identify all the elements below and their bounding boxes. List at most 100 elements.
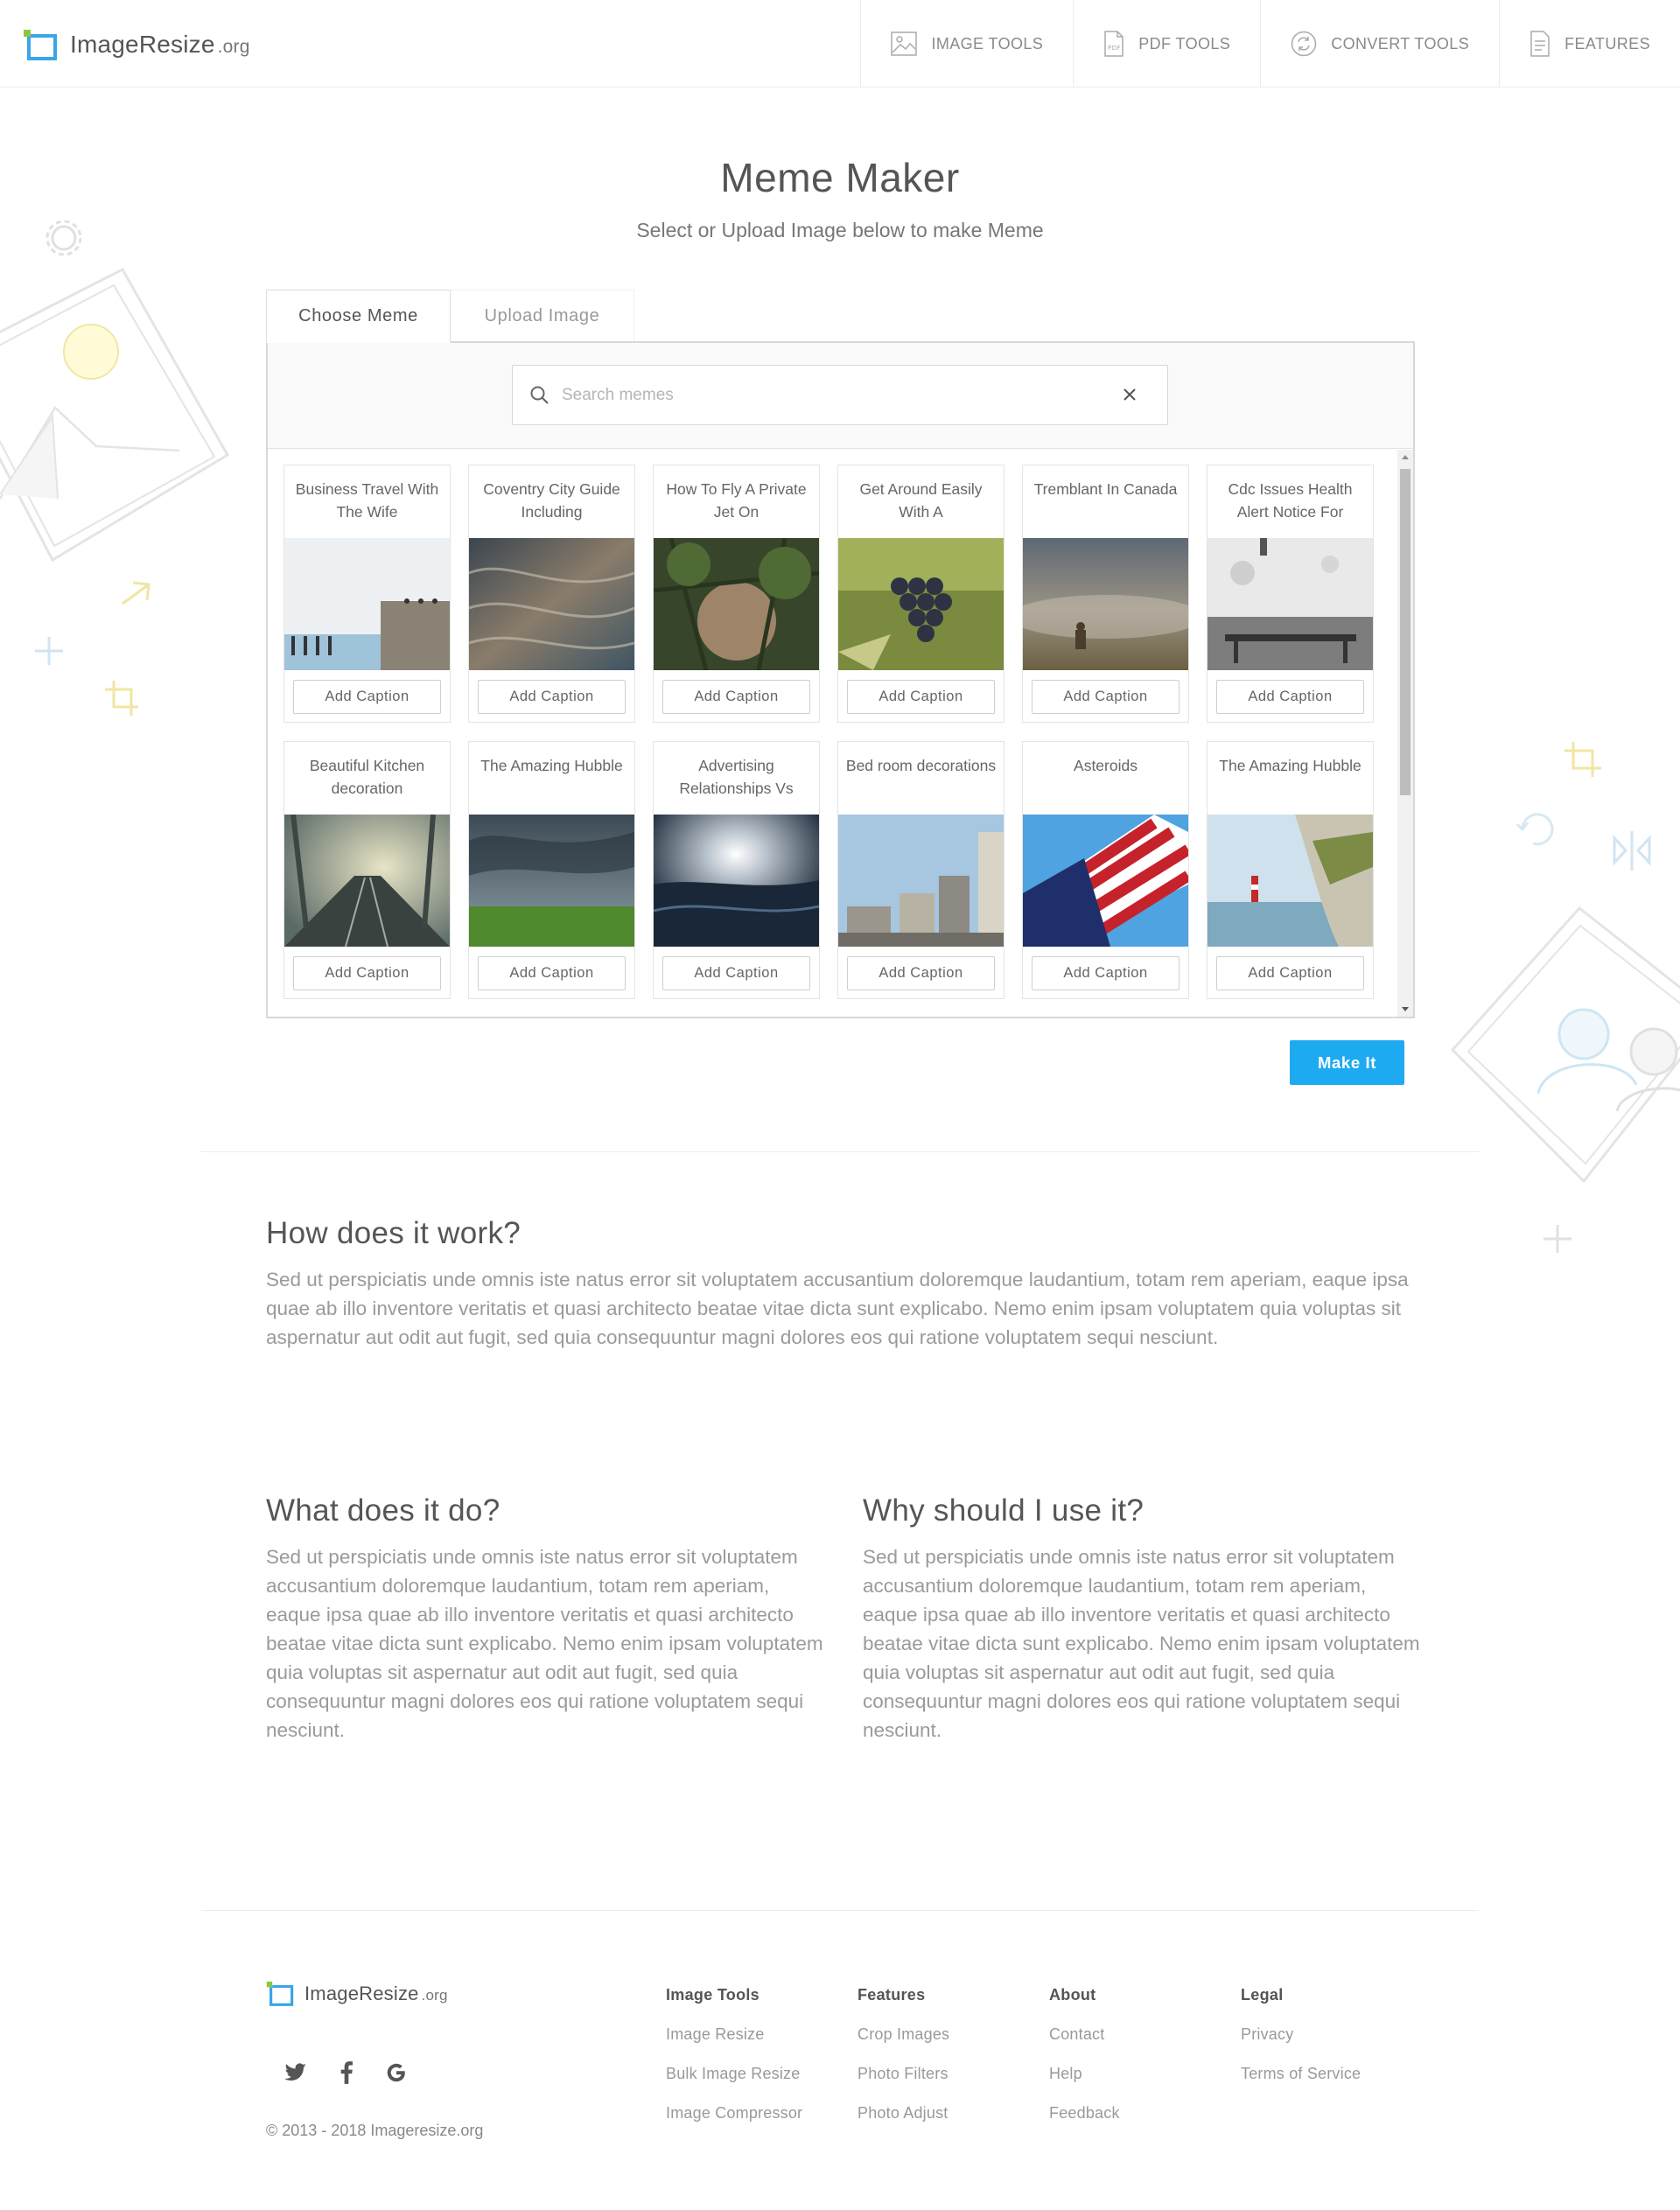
meme-card[interactable]: Asteroids Add Caption [1022,741,1189,999]
footer-link-privacy[interactable]: Privacy [1241,2025,1361,2044]
why-text: Sed ut perspiciatis unde omnis iste natu… [863,1546,1420,1741]
meme-image[interactable] [838,815,1004,947]
clear-search-icon[interactable] [1122,387,1138,402]
footer-link-photo-filters[interactable]: Photo Filters [858,2065,949,2083]
add-caption-button[interactable]: Add Caption [293,680,441,714]
meme-title: The Amazing Hubble [480,757,623,774]
footer-link-bulk-image-resize[interactable]: Bulk Image Resize [666,2065,802,2083]
nav-convert-tools[interactable]: CONVERT TOOLS [1260,0,1499,87]
meme-image[interactable] [469,815,634,947]
search-input[interactable] [562,381,1087,409]
meme-title: How To Fly A Private Jet On [666,480,807,521]
meme-title: Asteroids [1074,757,1138,774]
add-caption-button[interactable]: Add Caption [662,956,810,990]
brand-name: ImageResize [304,1982,419,2004]
add-caption-button[interactable]: Add Caption [847,680,995,714]
add-caption-button[interactable]: Add Caption [1032,956,1180,990]
pdf-icon: PDF [1104,31,1124,57]
photo-frame-icon [1450,906,1680,1184]
add-caption-button[interactable]: Add Caption [1216,680,1364,714]
plus-icon [1544,1225,1572,1253]
footer-col-title: Features [858,1986,926,2004]
meme-source-tabs: Choose Meme Upload Image [266,290,634,343]
add-caption-button[interactable]: Add Caption [662,680,810,714]
arrow-icon [122,581,150,605]
copyright: © 2013 - 2018 Imageresize.org [266,2122,484,2139]
add-caption-button[interactable]: Add Caption [1216,956,1364,990]
what-text: Sed ut perspiciatis unde omnis iste natu… [266,1546,823,1741]
google-icon[interactable] [386,2062,407,2083]
meme-image[interactable] [1023,815,1188,947]
nav-label: IMAGE TOOLS [931,34,1044,52]
scroll-down-icon[interactable] [1402,1007,1409,1011]
meme-image[interactable] [284,538,450,670]
footer-col-title: Image Tools [666,1986,760,2004]
logo-icon [266,1981,294,2006]
add-caption-button[interactable]: Add Caption [847,956,995,990]
meme-card[interactable]: Get Around Easily With A Add Caption [837,465,1004,723]
add-caption-button[interactable]: Add Caption [293,956,441,990]
scroll-thumb[interactable] [1400,469,1410,795]
convert-icon [1291,31,1317,57]
facebook-icon[interactable] [340,2061,353,2084]
meme-card[interactable]: Bed room decorations Add Caption [837,741,1004,999]
footer-link-crop-images[interactable]: Crop Images [858,2025,949,2044]
meme-card[interactable]: Coventry City Guide Including Add Captio… [468,465,635,723]
add-caption-button[interactable]: Add Caption [478,680,626,714]
nav-image-tools[interactable]: IMAGE TOOLS [860,0,1073,87]
footer-col-title: Legal [1241,1986,1284,2004]
decorative-illustration-right [1450,742,1680,1253]
meme-image[interactable] [838,538,1004,670]
search-icon [530,386,549,404]
meme-image[interactable] [1208,538,1373,670]
meme-card[interactable]: The Amazing Hubble Add Caption [468,741,635,999]
footer-link-image-resize[interactable]: Image Resize [666,2025,802,2044]
meme-card[interactable]: Advertising Relationships Vs Add Caption [653,741,820,999]
meme-image[interactable] [1023,538,1188,670]
document-icon [1530,31,1550,57]
site-logo[interactable]: ImageResize .org [23,29,250,60]
crop-icon [105,681,138,716]
meme-image[interactable] [284,815,450,947]
footer-link-feedback[interactable]: Feedback [1049,2104,1120,2123]
meme-card[interactable]: The Amazing Hubble Add Caption [1207,741,1374,999]
tab-upload-image[interactable]: Upload Image [451,290,634,342]
search-box [512,365,1168,425]
meme-title: Get Around Easily With A [859,480,983,521]
logo-icon [23,29,58,60]
image-icon [891,31,918,56]
meme-card[interactable]: Tremblant In Canada Add Caption [1022,465,1189,723]
meme-title: Tremblant In Canada [1033,480,1178,498]
footer-link-contact[interactable]: Contact [1049,2025,1120,2044]
footer-col-image-tools: Image Tools Image Resize Bulk Image Resi… [666,1986,802,2144]
add-caption-button[interactable]: Add Caption [1032,680,1180,714]
meme-image[interactable] [469,538,634,670]
footer-divider [201,1910,1479,1911]
nav-label: FEATURES [1564,34,1650,52]
meme-image[interactable] [654,815,819,947]
twitter-icon[interactable] [284,2063,307,2082]
logo-text: ImageResize .org [70,31,250,59]
footer-link-terms-of-service[interactable]: Terms of Service [1241,2065,1361,2083]
meme-card[interactable]: Beautiful Kitchen decoration Add Caption [284,741,451,999]
logo-text: ImageResize .org [304,1983,448,2005]
tab-choose-meme[interactable]: Choose Meme [266,290,451,343]
site-header: ImageResize .org IMAGE TOOLS PDF PDF TOOL… [0,0,1680,87]
crop-icon [1564,742,1601,777]
footer-logo[interactable]: ImageResize .org [266,1981,448,2006]
meme-card[interactable]: Cdc Issues Health Alert Notice For Add C… [1207,465,1374,723]
page-title: Meme Maker [720,155,960,200]
scroll-up-icon[interactable] [1402,455,1409,459]
footer-link-image-compressor[interactable]: Image Compressor [666,2104,802,2123]
meme-card[interactable]: How To Fly A Private Jet On Add Caption [653,465,820,723]
meme-list-scrollbar[interactable] [1397,450,1413,1017]
add-caption-button[interactable]: Add Caption [478,956,626,990]
footer-link-photo-adjust[interactable]: Photo Adjust [858,2104,949,2123]
footer-link-help[interactable]: Help [1049,2065,1120,2083]
nav-pdf-tools[interactable]: PDF PDF TOOLS [1073,0,1260,87]
meme-card[interactable]: Business Travel With The Wife Add Captio… [284,465,451,723]
meme-image[interactable] [1208,815,1373,947]
meme-image[interactable] [654,538,819,670]
nav-features[interactable]: FEATURES [1499,0,1680,87]
make-it-button[interactable]: Make It [1290,1040,1404,1085]
